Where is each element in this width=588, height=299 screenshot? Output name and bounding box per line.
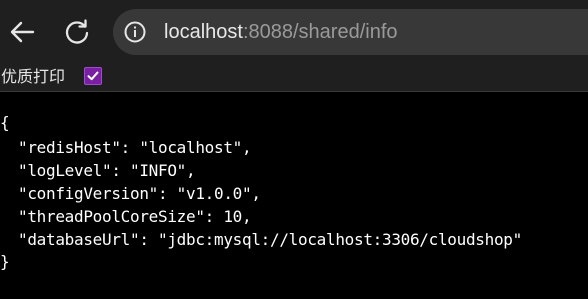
json-line-thread-pool: "threadPoolCoreSize": 10, [18,207,252,226]
json-open-brace: { [0,113,10,132]
json-line-log-level: "logLevel": "INFO", [18,161,196,180]
address-bar[interactable]: localhost:8088/shared/info [113,9,588,55]
url-host: localhost [164,21,243,43]
back-button[interactable] [4,14,40,50]
json-line-database-url: "databaseUrl": "jdbc:mysql://localhost:3… [18,230,522,249]
json-close-brace: } [0,252,10,271]
info-circle-icon [124,21,146,43]
browser-toolbar: localhost:8088/shared/info [0,0,588,64]
url-path: :8088/shared/info [242,21,398,43]
arrow-left-icon [10,21,35,43]
reload-button[interactable] [59,14,95,50]
pretty-print-label: 优质打印 [1,67,66,86]
reload-icon [65,19,89,44]
url-text[interactable]: localhost:8088/shared/info [164,20,398,44]
json-line-redis-host: "redisHost": "localhost", [18,138,252,157]
json-line-config-version: "configVersion": "v1.0.0", [18,184,261,203]
checkmark-icon [87,71,99,81]
pretty-print-checkbox[interactable] [84,67,102,85]
site-info-button[interactable] [122,19,148,45]
json-content: { "redisHost": "localhost", "logLevel": … [0,93,588,299]
